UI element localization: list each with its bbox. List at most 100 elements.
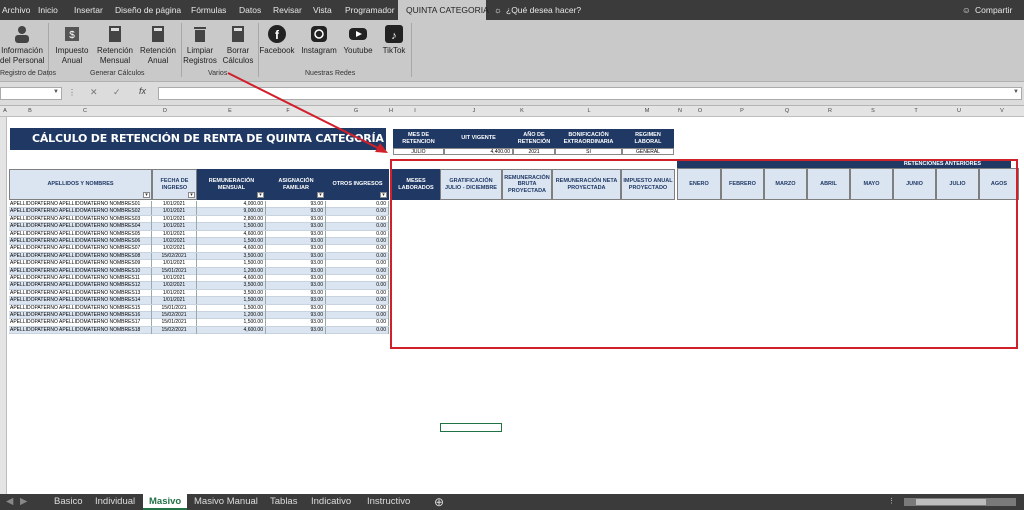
param-value-anio[interactable]: 2021 [513, 148, 555, 155]
table-cell[interactable]: 1/01/2021 [152, 260, 197, 268]
table-cell[interactable]: 1/01/2021 [152, 230, 197, 238]
chevron-down-icon[interactable]: ▼ [1013, 89, 1019, 95]
table-cell[interactable]: 0.00 [326, 260, 389, 268]
table-cell[interactable]: APELLIDOPATERNO APELLIDOMATERNO NOMBRES1… [10, 282, 152, 290]
table-cell[interactable]: 1/02/2021 [152, 238, 197, 245]
horizontal-scrollbar[interactable] [904, 498, 1016, 506]
table-cell[interactable]: 0.00 [326, 252, 389, 260]
table-cell[interactable]: 1,500.00 [197, 297, 266, 305]
table-cell[interactable]: 93.00 [266, 238, 326, 245]
col-header[interactable]: K [512, 106, 532, 117]
table-cell[interactable]: 3,500.00 [197, 289, 266, 297]
instagram-button[interactable]: Instagram [300, 24, 338, 56]
filter-dropdown-icon[interactable]: ▾ [380, 192, 387, 198]
table-cell[interactable]: APELLIDOPATERNO APELLIDOMATERNO NOMBRES0… [10, 215, 152, 223]
table-cell[interactable]: APELLIDOPATERNO APELLIDOMATERNO NOMBRES1… [10, 312, 152, 319]
selected-cell[interactable] [440, 423, 502, 432]
table-cell[interactable]: APELLIDOPATERNO APELLIDOMATERNO NOMBRES0… [10, 245, 152, 253]
table-cell[interactable]: 0.00 [326, 230, 389, 238]
menu-revisar[interactable]: Revisar [273, 0, 302, 20]
tab-masivo-manual[interactable]: Masivo Manual [188, 494, 264, 510]
table-cell[interactable]: 1/01/2021 [152, 201, 197, 208]
table-cell[interactable]: 9,000.00 [197, 208, 266, 216]
filter-dropdown-icon[interactable]: ▾ [143, 192, 150, 198]
col-header[interactable]: N [670, 106, 690, 117]
table-cell[interactable]: 0.00 [326, 208, 389, 216]
table-cell[interactable]: 93.00 [266, 260, 326, 268]
formula-input[interactable]: ▼ [158, 87, 1022, 100]
table-cell[interactable]: APELLIDOPATERNO APELLIDOMATERNO NOMBRES0… [10, 252, 152, 260]
col-header[interactable]: A [0, 106, 10, 117]
table-cell[interactable]: 4,600.00 [197, 230, 266, 238]
retencion-anual-button[interactable]: Retención Anual [137, 24, 179, 66]
col-header[interactable]: I [405, 106, 425, 117]
table-cell[interactable]: 1/02/2021 [152, 282, 197, 290]
table-cell[interactable]: 0.00 [326, 319, 389, 327]
table-cell[interactable]: APELLIDOPATERNO APELLIDOMATERNO NOMBRES0… [10, 201, 152, 208]
table-cell[interactable]: 1,500.00 [197, 260, 266, 268]
col-header[interactable]: J [464, 106, 484, 117]
param-value-regimen[interactable]: GENERAL [622, 148, 674, 155]
tiktok-button[interactable]: ♪ TikTok [379, 24, 409, 56]
borrar-calculos-button[interactable]: Borrar Cálculos [220, 24, 256, 66]
table-cell[interactable]: 93.00 [266, 282, 326, 290]
table-cell[interactable]: 0.00 [326, 282, 389, 290]
table-cell[interactable]: 15/02/2021 [152, 252, 197, 260]
table-cell[interactable]: 0.00 [326, 215, 389, 223]
info-personal-button[interactable]: Información del Personal [0, 24, 44, 66]
table-cell[interactable]: APELLIDOPATERNO APELLIDOMATERNO NOMBRES1… [10, 304, 152, 312]
col-header[interactable]: B [10, 106, 50, 117]
filter-dropdown-icon[interactable]: ▾ [257, 192, 264, 198]
menu-programador[interactable]: Programador [345, 0, 395, 20]
table-cell[interactable]: 93.00 [266, 223, 326, 231]
table-cell[interactable]: 1/01/2021 [152, 208, 197, 216]
menu-diseno[interactable]: Diseño de página [115, 0, 181, 20]
table-cell[interactable]: 3,500.00 [197, 252, 266, 260]
menu-datos[interactable]: Datos [239, 0, 261, 20]
filter-dropdown-icon[interactable]: ▾ [188, 192, 195, 198]
table-cell[interactable]: 93.00 [266, 289, 326, 297]
table-cell[interactable]: 93.00 [266, 267, 326, 275]
tab-masivo[interactable]: Masivo [143, 494, 188, 510]
table-cell[interactable]: 1,500.00 [197, 238, 266, 245]
tab-indicativo[interactable]: Indicativo [305, 494, 357, 510]
col-header[interactable]: D [145, 106, 185, 117]
row-headers[interactable] [0, 117, 7, 494]
table-cell[interactable]: 1,200.00 [197, 267, 266, 275]
table-cell[interactable]: 0.00 [326, 238, 389, 245]
table-cell[interactable]: 4,600.00 [197, 326, 266, 334]
param-value-uit[interactable]: 4,400.00 [444, 148, 513, 155]
table-cell[interactable]: 0.00 [326, 275, 389, 282]
table-cell[interactable]: 4,600.00 [197, 275, 266, 282]
col-header[interactable]: T [906, 106, 926, 117]
table-cell[interactable]: 93.00 [266, 275, 326, 282]
limpiar-registros-button[interactable]: Limpiar Registros [183, 24, 217, 66]
table-cell[interactable]: APELLIDOPATERNO APELLIDOMATERNO NOMBRES0… [10, 208, 152, 216]
table-cell[interactable]: 15/01/2021 [152, 267, 197, 275]
chevron-down-icon[interactable]: ▼ [53, 89, 59, 95]
col-header[interactable]: P [732, 106, 752, 117]
table-cell[interactable]: 15/02/2021 [152, 326, 197, 334]
table-cell[interactable]: APELLIDOPATERNO APELLIDOMATERNO NOMBRES1… [10, 319, 152, 327]
table-cell[interactable]: APELLIDOPATERNO APELLIDOMATERNO NOMBRES0… [10, 238, 152, 245]
table-cell[interactable]: 0.00 [326, 289, 389, 297]
tab-tablas[interactable]: Tablas [264, 494, 303, 510]
table-cell[interactable]: 93.00 [266, 208, 326, 216]
table-cell[interactable]: APELLIDOPATERNO APELLIDOMATERNO NOMBRES0… [10, 223, 152, 231]
menu-vista[interactable]: Vista [313, 0, 332, 20]
col-header[interactable]: U [949, 106, 969, 117]
retencion-mensual-button[interactable]: Retención Mensual [94, 24, 136, 66]
impuesto-anual-button[interactable]: $ Impuesto Anual [53, 24, 91, 66]
facebook-button[interactable]: f Facebook [258, 24, 296, 56]
table-cell[interactable]: 93.00 [266, 245, 326, 253]
table-cell[interactable]: 1/01/2021 [152, 223, 197, 231]
table-cell[interactable]: 4,000.00 [197, 201, 266, 208]
menu-quinta-categoria[interactable]: QUINTA CATEGORIA [398, 0, 489, 20]
table-cell[interactable]: 1/02/2021 [152, 245, 197, 253]
table-cell[interactable]: 0.00 [326, 245, 389, 253]
filter-dropdown-icon[interactable]: ▾ [317, 192, 324, 198]
table-cell[interactable]: 3,500.00 [197, 282, 266, 290]
tab-individual[interactable]: Individual [89, 494, 141, 510]
param-value-bonif[interactable]: SI [555, 148, 622, 155]
table-cell[interactable]: 93.00 [266, 326, 326, 334]
